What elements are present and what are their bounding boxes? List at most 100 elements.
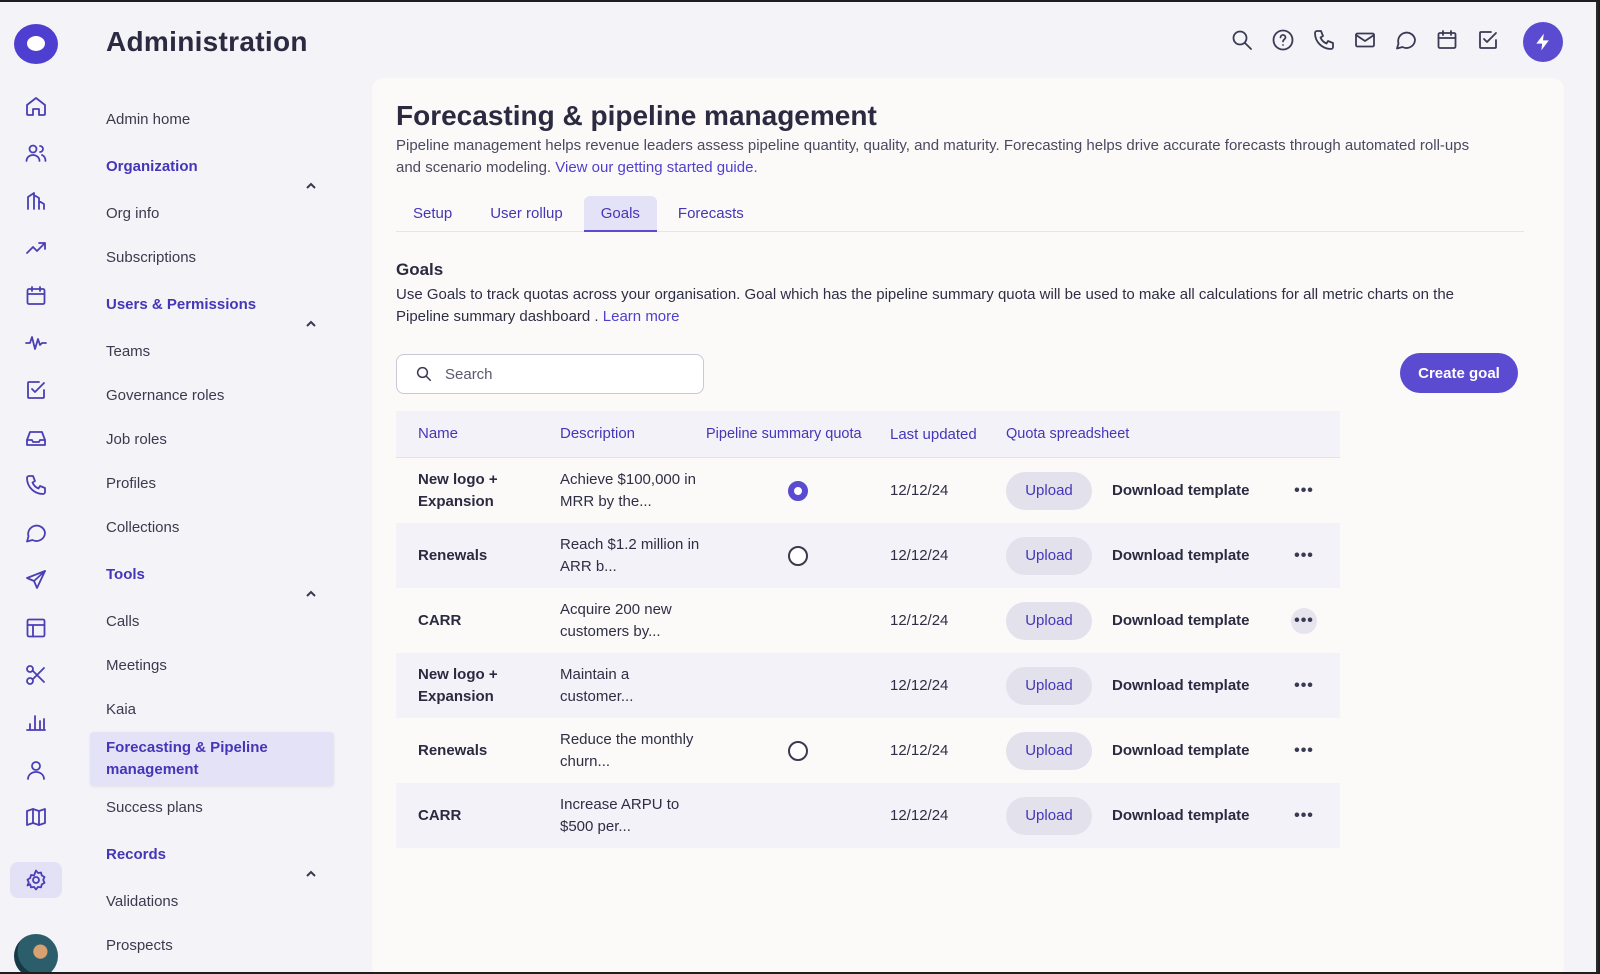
page-intro: Pipeline management helps revenue leader… <box>396 135 1496 179</box>
tab-setup[interactable]: Setup <box>396 196 469 232</box>
download-template-link[interactable]: Download template <box>1112 807 1284 824</box>
upload-button[interactable]: Upload <box>1006 731 1092 770</box>
scissors-icon[interactable] <box>22 661 50 689</box>
nav-profiles[interactable]: Profiles <box>90 462 334 506</box>
download-template-link[interactable]: Download template <box>1112 547 1284 564</box>
nav-admin-home[interactable]: Admin home <box>90 98 334 142</box>
upload-button[interactable]: Upload <box>1006 536 1092 575</box>
more-options-icon[interactable]: ••• <box>1291 478 1317 504</box>
phone-icon[interactable] <box>22 471 50 499</box>
download-template-link[interactable]: Download template <box>1112 482 1284 499</box>
nav-forecasting[interactable]: Forecasting & Pipeline management <box>90 732 334 786</box>
section-description: Use Goals to track quotas across your or… <box>396 284 1496 328</box>
table-body: New logo + Expansion Achieve $100,000 in … <box>396 458 1340 848</box>
nav-subscriptions[interactable]: Subscriptions <box>90 236 334 280</box>
contacts-icon[interactable] <box>22 139 50 167</box>
upload-button[interactable]: Upload <box>1006 796 1092 835</box>
calendar-icon[interactable] <box>22 282 50 310</box>
table-row[interactable]: Renewals Reduce the monthly churn... 12/12… <box>396 718 1340 783</box>
header-pipeline-quota[interactable]: Pipeline summary quota <box>706 426 890 442</box>
nav-kaia[interactable]: Kaia <box>90 688 334 732</box>
create-goal-button[interactable]: Create goal <box>1400 353 1518 393</box>
nav-section-users[interactable]: Users & Permissions <box>90 280 334 330</box>
phone-icon[interactable] <box>1312 28 1336 52</box>
map-icon[interactable] <box>22 803 50 831</box>
nav-meetings[interactable]: Meetings <box>90 644 334 688</box>
goal-description: Reduce the monthly churn... <box>560 730 694 770</box>
more-options-icon[interactable]: ••• <box>1291 607 1317 634</box>
header-name[interactable]: Name <box>396 423 560 445</box>
more-options-icon[interactable]: ••• <box>1291 673 1317 699</box>
upload-button[interactable]: Upload <box>1006 471 1092 510</box>
nav-section-records[interactable]: Records <box>90 830 334 880</box>
search-input[interactable] <box>445 365 685 383</box>
accounts-icon[interactable] <box>22 187 50 215</box>
more-cell: ••• <box>1284 478 1324 504</box>
nav-job-roles[interactable]: Job roles <box>90 418 334 462</box>
logo-icon[interactable] <box>14 24 58 64</box>
nav-calls[interactable]: Calls <box>90 600 334 644</box>
more-options-icon[interactable]: ••• <box>1291 803 1317 829</box>
quota-radio[interactable] <box>788 740 808 761</box>
goal-name: CARR <box>418 611 462 629</box>
layout-icon[interactable] <box>22 614 50 642</box>
search-box[interactable] <box>396 354 704 394</box>
download-template-link[interactable]: Download template <box>1112 677 1284 694</box>
table-row[interactable]: Renewals Reach $1.2 million in ARR b... 12… <box>396 523 1340 588</box>
learn-more-link[interactable]: Learn more <box>603 308 680 325</box>
getting-started-link[interactable]: View our getting started guide. <box>555 159 757 176</box>
nav-org-info[interactable]: Org info <box>90 192 334 236</box>
activity-icon[interactable] <box>22 329 50 357</box>
download-template-link[interactable]: Download template <box>1112 742 1284 759</box>
tasks-icon[interactable] <box>22 376 50 404</box>
upload-cell: Upload <box>1006 471 1112 510</box>
quota-radio[interactable] <box>788 545 808 566</box>
download-template-link[interactable]: Download template <box>1112 612 1284 629</box>
home-icon[interactable] <box>22 92 50 120</box>
chat-icon[interactable] <box>22 519 50 547</box>
more-options-icon[interactable]: ••• <box>1291 543 1317 569</box>
goal-name: New logo + Expansion <box>418 470 498 510</box>
inbox-icon[interactable] <box>22 424 50 452</box>
bar-chart-icon[interactable] <box>22 708 50 736</box>
nav-governance-roles[interactable]: Governance roles <box>90 374 334 418</box>
nav-success-plans[interactable]: Success plans <box>90 786 334 830</box>
nav-teams[interactable]: Teams <box>90 330 334 374</box>
table-row[interactable]: New logo + Expansion Maintain a customer.… <box>396 653 1340 718</box>
avatar[interactable] <box>14 934 58 972</box>
trending-icon[interactable] <box>22 234 50 262</box>
more-options-icon[interactable]: ••• <box>1291 738 1317 764</box>
help-icon[interactable] <box>1271 28 1295 52</box>
nav-section-organization[interactable]: Organization <box>90 142 334 192</box>
send-icon[interactable] <box>22 566 50 594</box>
goals-table: Name Description Pipeline summary quota … <box>396 411 1340 848</box>
chevron-up-icon <box>304 848 318 877</box>
bolt-icon[interactable] <box>1523 22 1563 62</box>
upload-cell: Upload <box>1006 731 1112 770</box>
table-row[interactable]: CARR Increase ARPU to $500 per... 12/12/24… <box>396 783 1340 848</box>
table-row[interactable]: CARR Acquire 200 new customers by... 12/12… <box>396 588 1340 653</box>
header-description[interactable]: Description <box>560 423 706 445</box>
upload-cell: Upload <box>1006 536 1112 575</box>
nav-collections[interactable]: Collections <box>90 506 334 550</box>
chat-icon[interactable] <box>1394 28 1418 52</box>
search-icon[interactable] <box>1230 28 1254 52</box>
tab-forecasts[interactable]: Forecasts <box>661 196 761 232</box>
person-icon[interactable] <box>22 756 50 784</box>
tab-goals[interactable]: Goals <box>583 196 657 232</box>
settings-icon[interactable] <box>10 862 62 898</box>
mail-icon[interactable] <box>1353 28 1377 52</box>
table-row[interactable]: New logo + Expansion Achieve $100,000 in … <box>396 458 1340 523</box>
quota-radio-selected[interactable] <box>788 480 808 501</box>
tasks-icon[interactable] <box>1476 28 1500 52</box>
header-last-updated[interactable]: Last updated <box>890 426 1006 443</box>
upload-button[interactable]: Upload <box>1006 601 1092 640</box>
upload-button[interactable]: Upload <box>1006 666 1092 705</box>
nav-section-label: Tools <box>106 566 145 583</box>
nav-validations[interactable]: Validations <box>90 880 334 924</box>
calendar-icon[interactable] <box>1435 28 1459 52</box>
nav-prospects[interactable]: Prospects <box>90 924 334 968</box>
header-quota-spreadsheet[interactable]: Quota spreadsheet <box>1006 426 1129 442</box>
nav-section-tools[interactable]: Tools <box>90 550 334 600</box>
tab-user-rollup[interactable]: User rollup <box>473 196 580 232</box>
